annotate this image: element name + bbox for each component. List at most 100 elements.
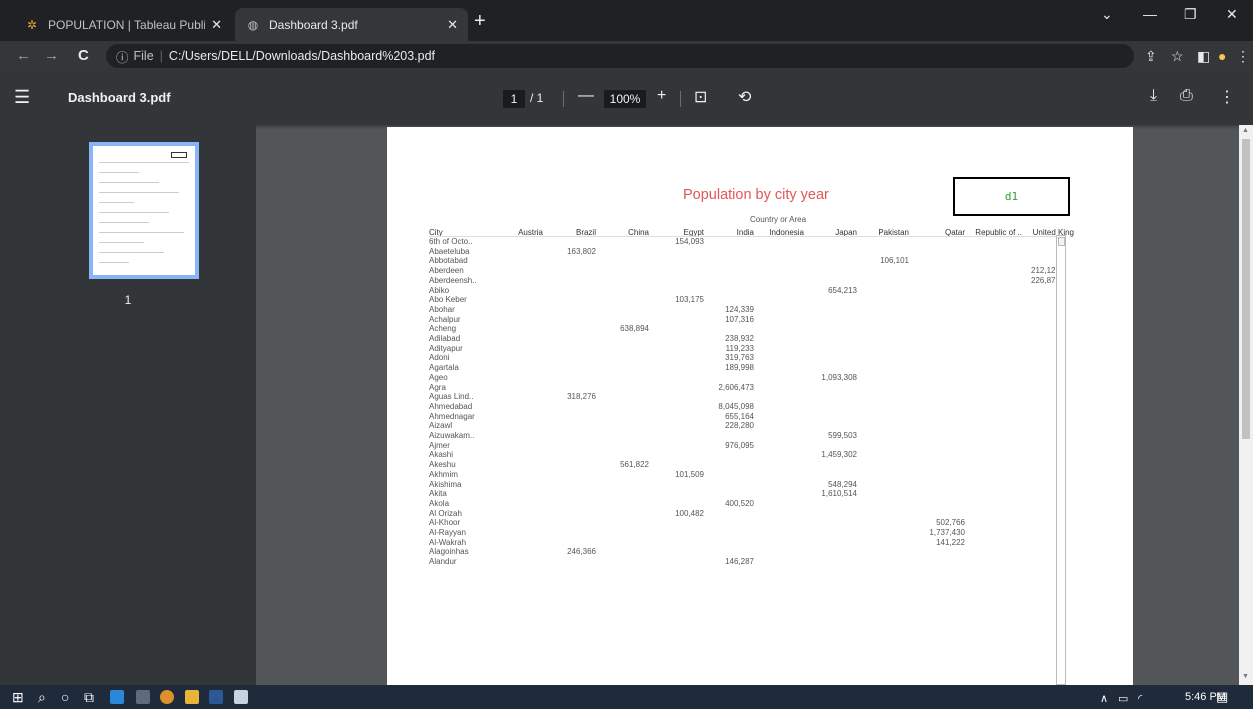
population-cell: 246,366	[567, 547, 596, 557]
profile-avatar-icon[interactable]: ●	[1218, 48, 1226, 64]
city-cell: Acheng	[429, 324, 457, 334]
dashboard-title: Population by city year	[683, 187, 829, 203]
thumb-line	[99, 192, 179, 193]
window-close-icon[interactable]: ✕	[1226, 6, 1238, 23]
share-icon[interactable]: ⇪	[1145, 48, 1157, 65]
city-cell: Akeshu	[429, 460, 456, 470]
table-row: Abaeteluba 163,802	[429, 247, 1066, 257]
forward-icon[interactable]: →	[44, 47, 59, 64]
address-bar[interactable]: ⓘ File | C:/Users/DELL/Downloads/Dashboa…	[106, 44, 1134, 68]
table-row: Abiko 654,213	[429, 286, 1066, 296]
table-row: Ahmednagar 655,164	[429, 412, 1066, 422]
close-icon[interactable]: ✕	[211, 17, 222, 33]
city-cell: Akishima	[429, 479, 462, 489]
restore-icon[interactable]: ❐	[1184, 6, 1197, 23]
population-cell: 400,520	[725, 498, 754, 508]
population-cell: 103,175	[675, 295, 704, 305]
city-cell: Al-Wakrah	[429, 537, 467, 547]
table-row: Alagoinhas 246,366	[429, 547, 1066, 557]
pdf-toolbar: ☰ Dashboard 3.pdf 1 / 1 — 100% + ⊡ ⟲ ⤓ ⎙…	[0, 71, 1253, 125]
thumb-line	[99, 212, 169, 213]
page-number-input[interactable]: 1	[503, 90, 525, 108]
zoom-out-icon[interactable]: —	[578, 87, 594, 105]
notes-icon[interactable]	[136, 690, 150, 704]
city-cell: Ahmedabad	[429, 401, 473, 411]
info-icon[interactable]: ⓘ	[116, 47, 129, 66]
menu-kebab-icon[interactable]: ⋮	[1236, 48, 1250, 65]
battery-icon[interactable]: ▭	[1118, 691, 1128, 707]
scroll-up-icon[interactable]: ▲	[1242, 127, 1249, 134]
side-panel-icon[interactable]: ◧	[1197, 48, 1210, 65]
minimize-icon[interactable]: —	[1143, 6, 1157, 22]
more-actions-icon[interactable]: ⋮	[1219, 87, 1235, 107]
divider	[680, 91, 681, 107]
tab-tableau[interactable]: ✲ POPULATION | Tableau Public ✕	[14, 8, 232, 41]
population-cell: 2,606,473	[718, 382, 754, 392]
back-icon[interactable]: ←	[16, 47, 31, 64]
word-icon[interactable]	[209, 690, 223, 704]
chrome-icon[interactable]	[160, 690, 174, 704]
population-cell: 141,222	[936, 537, 965, 547]
city-cell: Akola	[429, 498, 450, 508]
close-icon[interactable]: ✕	[447, 17, 458, 33]
tray-chevron-icon[interactable]: ∧	[1100, 691, 1108, 707]
tab-dashboard-pdf[interactable]: ◍ Dashboard 3.pdf ✕	[235, 8, 468, 41]
vertical-scrollbar[interactable]: ▲ ▼	[1239, 125, 1253, 685]
print-icon[interactable]: ⎙	[1180, 87, 1193, 105]
notification-icon[interactable]: ▤	[1216, 689, 1228, 705]
page-thumbnail[interactable]	[89, 142, 199, 279]
city-cell: Adilabad	[429, 334, 461, 343]
population-cell: 318,276	[567, 392, 596, 402]
thumb-line	[99, 222, 149, 223]
hamburger-menu-icon[interactable]: ☰	[14, 87, 30, 108]
table-row: 6th of Octo.. 154,093	[429, 237, 1066, 247]
thumb-line	[99, 202, 134, 203]
table-row: Ajmer 976,095	[429, 441, 1066, 451]
city-cell: Aguas Lind..	[429, 392, 474, 402]
zoom-input[interactable]: 100%	[604, 90, 646, 108]
thumb-line	[99, 162, 189, 163]
city-cell: Akashi	[429, 450, 454, 460]
scroll-down-icon[interactable]: ▼	[1242, 673, 1249, 680]
thumbnail-sidebar: 1	[0, 125, 256, 685]
city-cell: Achalpur	[429, 314, 461, 324]
table-scrollbar[interactable]	[1056, 235, 1066, 685]
table-row: Akola 400,520	[429, 499, 1066, 509]
city-cell: Al-Khoor	[429, 518, 461, 528]
bookmark-star-icon[interactable]: ☆	[1171, 48, 1184, 65]
population-cell: 976,095	[725, 440, 754, 450]
table-row: Aguas Lind.. 318,276	[429, 392, 1066, 402]
table-row: Achalpur 107,316	[429, 315, 1066, 325]
file-label: File	[133, 49, 154, 63]
zoom-in-icon[interactable]: +	[657, 87, 666, 105]
tableau-icon: ✲	[26, 17, 38, 32]
city-cell: Abohar	[429, 304, 455, 314]
reload-icon[interactable]: C	[78, 47, 89, 64]
search-icon[interactable]: ⌕	[38, 689, 46, 705]
population-cell: 228,280	[725, 421, 754, 431]
table-scroll-thumb[interactable]	[1058, 237, 1065, 246]
windows-start-icon[interactable]: ⊞	[12, 689, 24, 705]
download-icon[interactable]: ⤓	[1150, 87, 1157, 105]
rotate-icon[interactable]: ⟲	[738, 87, 751, 107]
table-row: Akishima 548,294	[429, 480, 1066, 490]
mail-icon[interactable]	[110, 690, 124, 704]
city-cell: Abaeteluba	[429, 246, 470, 256]
tab-search-icon[interactable]: ⌄	[1101, 6, 1113, 23]
population-cell: 119,233	[725, 343, 754, 353]
document-icon[interactable]	[234, 690, 248, 704]
cortana-icon[interactable]: ○	[61, 689, 69, 705]
task-view-icon[interactable]: ⧉	[84, 689, 94, 705]
file-explorer-icon[interactable]	[185, 690, 199, 704]
city-cell: Aizuwakam..	[429, 431, 475, 440]
fit-page-icon[interactable]: ⊡	[694, 87, 707, 107]
table-row: Akita 1,610,514	[429, 489, 1066, 499]
table-row: Akhmim 101,509	[429, 470, 1066, 480]
scroll-thumb[interactable]	[1242, 139, 1250, 439]
page-total: / 1	[530, 91, 544, 105]
new-tab-icon[interactable]: +	[474, 11, 486, 31]
wifi-icon[interactable]: ◜	[1138, 691, 1142, 707]
column-group-header: Country or Area	[750, 215, 807, 224]
population-cell: 654,213	[828, 285, 857, 295]
table-row: Alandur 146,287	[429, 557, 1066, 567]
